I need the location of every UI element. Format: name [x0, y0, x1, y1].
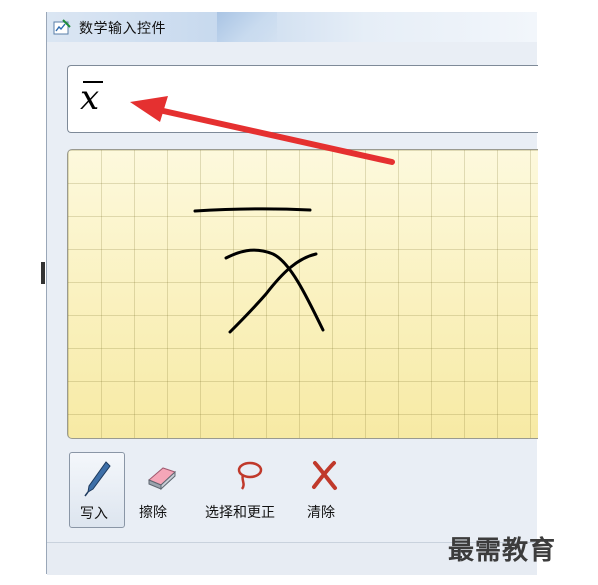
write-label: 写入: [80, 506, 108, 522]
recognized-expression: x: [80, 78, 100, 118]
handwriting-strokes: [193, 207, 325, 334]
title-bar[interactable]: 数学输入控件: [47, 12, 537, 42]
erase-button[interactable]: 擦除: [137, 452, 187, 528]
title-bar-highlight: [217, 12, 277, 42]
select-and-correct-button[interactable]: 选择和更正: [199, 452, 289, 528]
math-input-app-icon: [53, 19, 71, 35]
math-input-window: 数学输入控件 x 写入 擦除 选择和更正 清除: [46, 12, 538, 575]
window-title: 数学输入控件: [79, 21, 166, 37]
watermark: 最需教育: [448, 536, 557, 566]
select-correct-label: 选择和更正: [205, 505, 275, 521]
background-edge-mark: [41, 262, 45, 284]
clear-label: 清除: [307, 505, 335, 521]
clear-x-icon: [307, 458, 341, 496]
clear-button[interactable]: 清除: [301, 452, 351, 528]
ink-stroke-x-1: [224, 248, 325, 332]
pen-icon: [82, 459, 112, 501]
math-output-preview[interactable]: x: [67, 65, 538, 133]
toolbar: 写入 擦除 选择和更正 清除: [63, 452, 533, 532]
write-button[interactable]: 写入: [69, 452, 125, 528]
ink-stroke-overline: [193, 207, 312, 213]
handwriting-pad[interactable]: [67, 149, 538, 439]
lasso-icon: [233, 458, 267, 496]
erase-label: 擦除: [139, 505, 167, 521]
eraser-icon: [145, 458, 179, 496]
